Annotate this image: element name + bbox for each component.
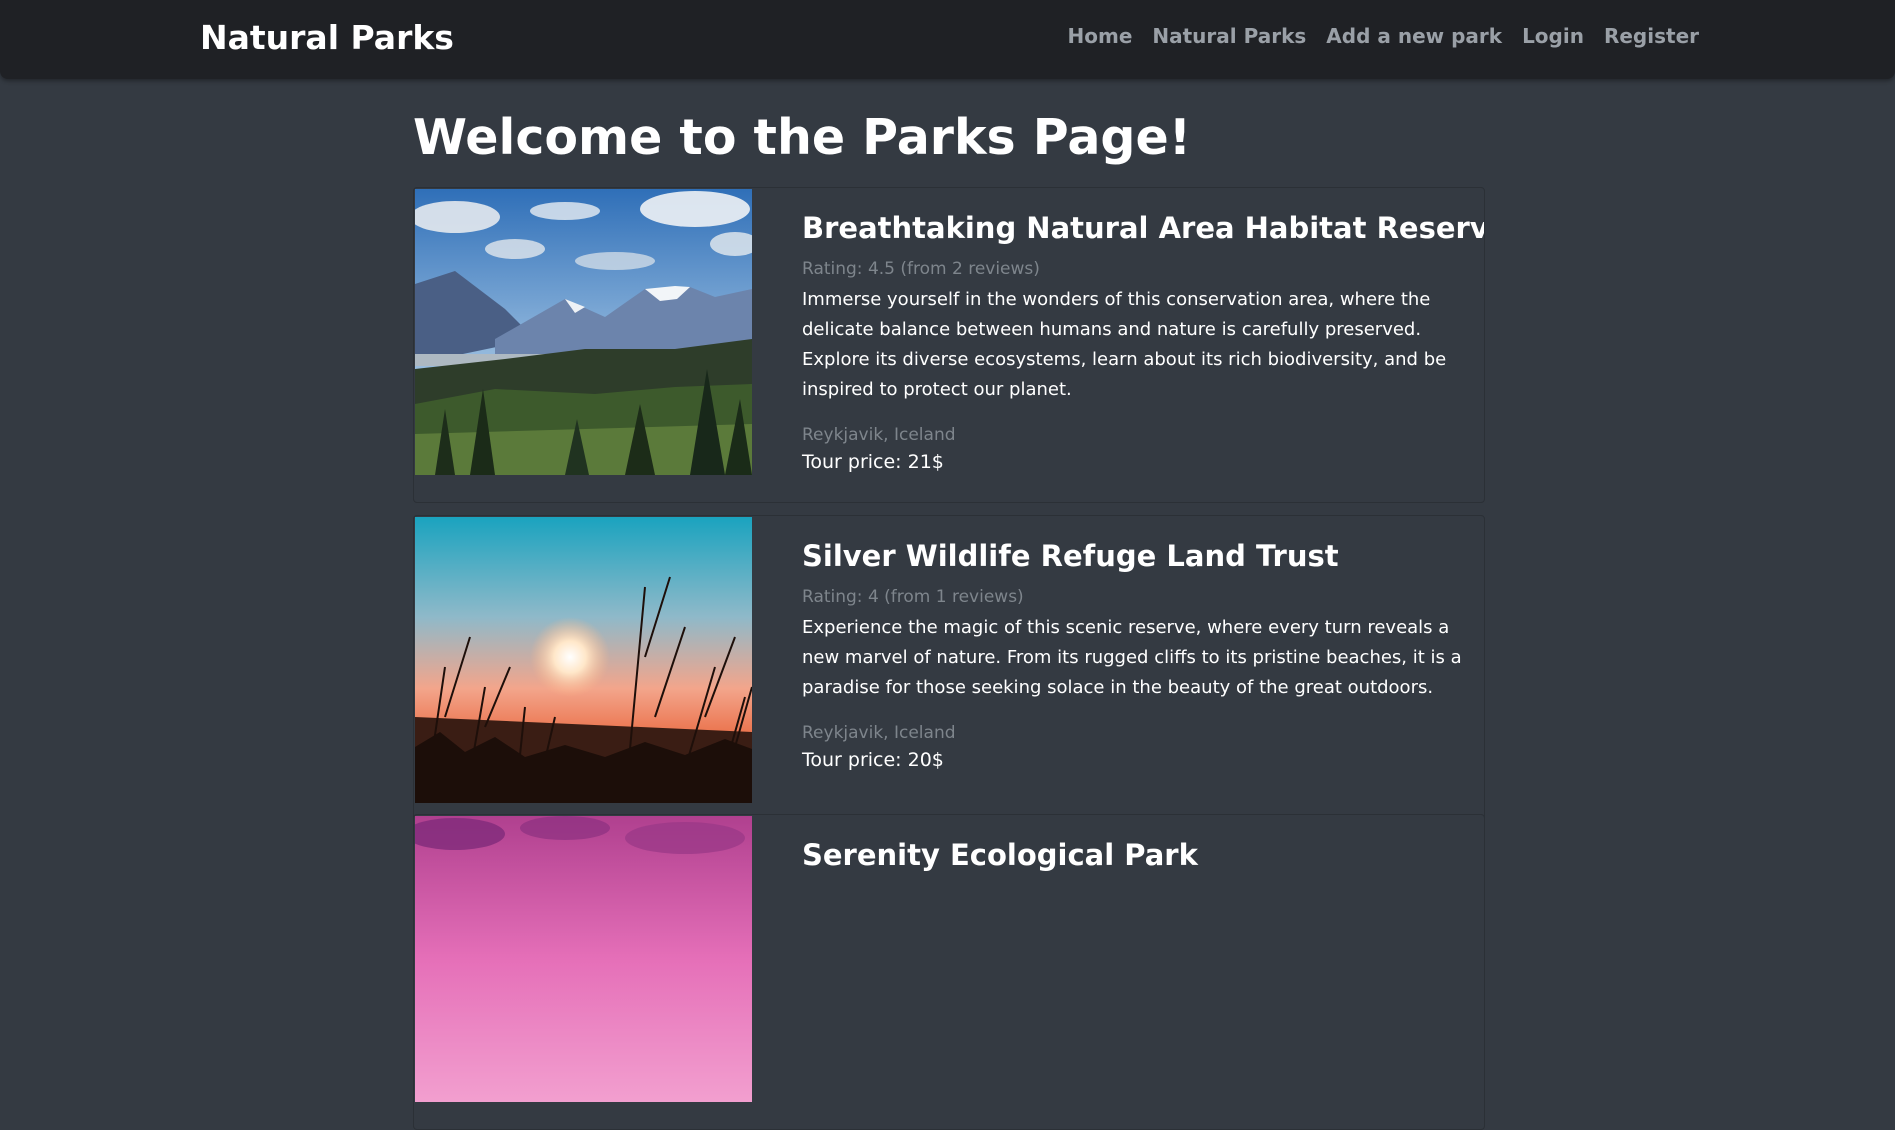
park-image-sunset[interactable]: [415, 517, 752, 803]
navbar: Natural Parks Home Natural Parks Add a n…: [0, 0, 1895, 79]
park-title[interactable]: Silver Wildlife Refuge Land Trust: [802, 538, 1466, 576]
park-card-body: Silver Wildlife Refuge Land Trust Rating…: [802, 538, 1466, 771]
nav-register-link[interactable]: Register: [1604, 24, 1699, 48]
park-card-body: Serenity Ecological Park: [802, 837, 1466, 875]
nav-links: Home Natural Parks Add a new park Login …: [1068, 24, 1700, 48]
park-description: Immerse yourself in the wonders of this …: [802, 288, 1447, 400]
park-card: Breathtaking Natural Area Habitat Reserv…: [413, 187, 1485, 503]
nav-login-link[interactable]: Login: [1522, 24, 1584, 48]
park-price: Tour price: 21$: [802, 450, 944, 473]
park-location: Reykjavik, Iceland: [802, 722, 956, 743]
park-title[interactable]: Breathtaking Natural Area Habitat Reserv…: [802, 210, 1484, 248]
park-rating: Rating: 4 (from 1 reviews): [802, 586, 1024, 607]
nav-add-park-link[interactable]: Add a new park: [1326, 24, 1502, 48]
park-image-pink-sky[interactable]: [415, 816, 752, 1102]
park-location: Reykjavik, Iceland: [802, 424, 956, 445]
park-rating: Rating: 4.5 (from 2 reviews): [802, 258, 1040, 279]
nav-natural-parks-link[interactable]: Natural Parks: [1152, 24, 1306, 48]
park-card: Serenity Ecological Park: [413, 814, 1485, 1130]
brand-logo-link[interactable]: Natural Parks: [200, 18, 454, 57]
park-card: Silver Wildlife Refuge Land Trust Rating…: [413, 515, 1485, 831]
park-title[interactable]: Serenity Ecological Park: [802, 837, 1466, 875]
park-card-body: Breathtaking Natural Area Habitat Reserv…: [802, 210, 1484, 473]
page-title: Welcome to the Parks Page!: [413, 109, 1192, 166]
nav-home-link[interactable]: Home: [1068, 24, 1133, 48]
park-description: Experience the magic of this scenic rese…: [802, 616, 1462, 698]
main-content: Welcome to the Parks Page! Breathtaking …: [413, 79, 1485, 1130]
park-price: Tour price: 20$: [802, 748, 944, 771]
park-image-mountains[interactable]: [415, 189, 752, 475]
